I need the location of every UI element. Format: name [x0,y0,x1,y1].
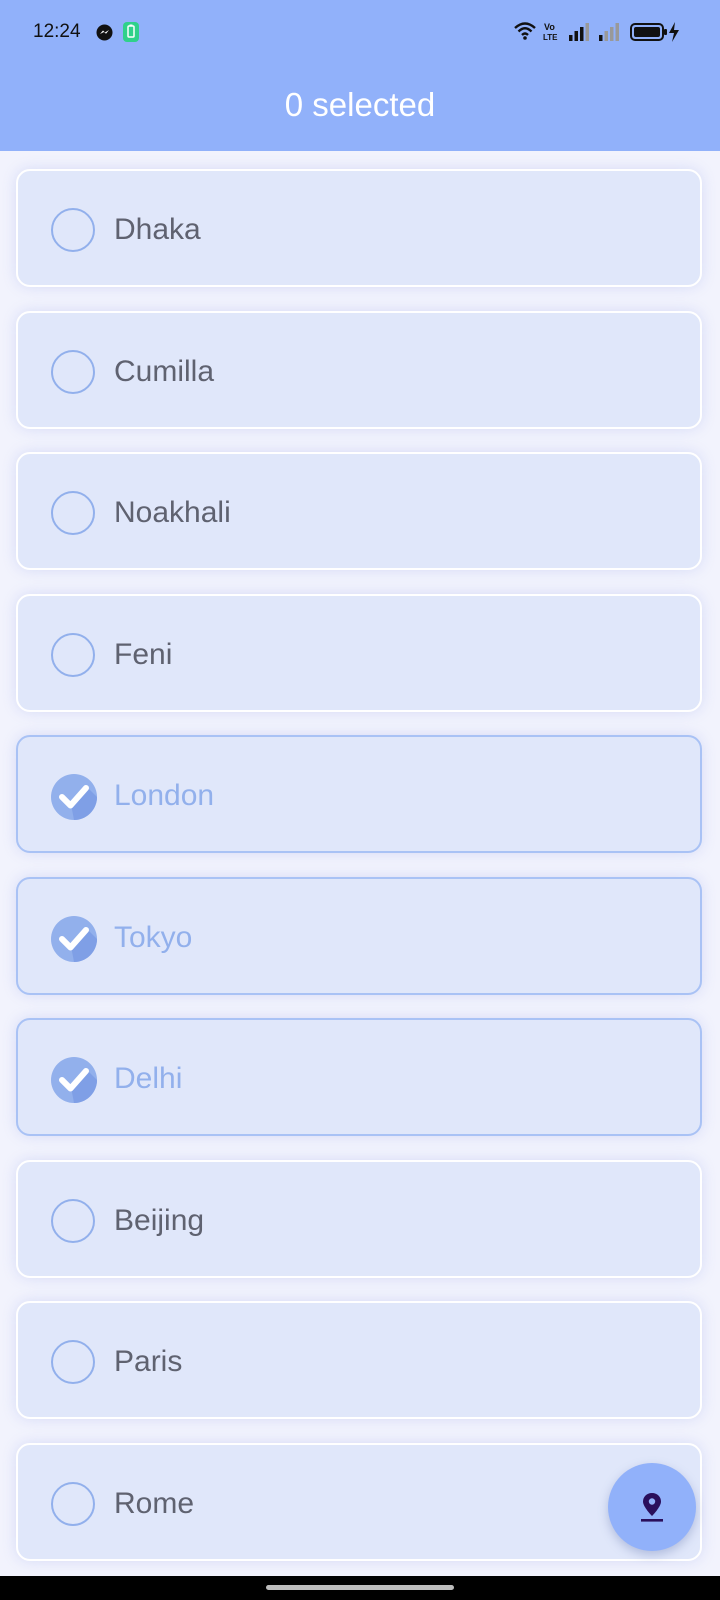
city-name: Feni [114,637,173,671]
city-name: Beijing [114,1203,205,1237]
unchecked-circle-icon[interactable] [51,1198,95,1243]
city-name: Delhi [114,1062,183,1095]
battery-icon [630,23,667,41]
wifi-icon [514,22,536,40]
page-title: 0 selected [284,86,436,123]
navigation-bar [0,1576,720,1600]
city-list-item[interactable]: Delhi [16,1018,702,1136]
city-list-item[interactable]: Tokyo [16,876,702,995]
unchecked-circle-icon[interactable] [51,632,95,677]
city-name: Paris [114,1345,183,1378]
charging-icon [669,22,679,42]
city-list-item[interactable]: Beijing [16,1159,702,1278]
city-name: Tokyo [114,920,193,954]
city-list-item[interactable]: Feni [16,593,702,712]
unchecked-circle-icon[interactable] [51,349,95,394]
signal-sim1-icon [569,23,589,41]
unchecked-circle-icon[interactable] [51,1481,95,1526]
status-time: 12:24 [33,21,81,42]
city-list-item[interactable]: Noakhali [16,452,702,570]
city-name: London [114,779,215,812]
unchecked-circle-icon[interactable] [51,1340,95,1384]
unchecked-circle-icon[interactable] [51,208,95,252]
city-list-item[interactable]: Cumilla [16,310,702,429]
battery-saver-icon [123,22,139,42]
unchecked-circle-icon[interactable] [51,491,95,535]
svg-text:LTE: LTE [543,33,558,41]
city-name: Dhaka [114,213,201,246]
city-list-item[interactable]: London [16,735,702,853]
home-gesture-handle[interactable] [266,1585,454,1590]
checked-circle-icon[interactable] [51,1057,97,1103]
city-list-item[interactable]: Paris [16,1301,702,1419]
city-name: Noakhali [114,496,231,529]
city-name: Cumilla [114,354,215,388]
city-name: Rome [114,1486,195,1520]
city-list-item[interactable]: Dhaka [16,169,702,287]
checked-circle-icon[interactable] [51,774,97,820]
location-fab-button[interactable] [608,1463,696,1551]
messenger-icon [96,24,113,41]
volte-icon: Vo LTE [543,22,558,41]
city-list-item[interactable]: Rome [16,1442,702,1561]
location-pin-icon [641,1493,663,1522]
status-bar: 12:24 Vo LTE [0,0,720,64]
checked-circle-icon[interactable] [51,915,97,962]
svg-text:Vo: Vo [544,22,555,32]
signal-sim2-icon [599,23,619,41]
